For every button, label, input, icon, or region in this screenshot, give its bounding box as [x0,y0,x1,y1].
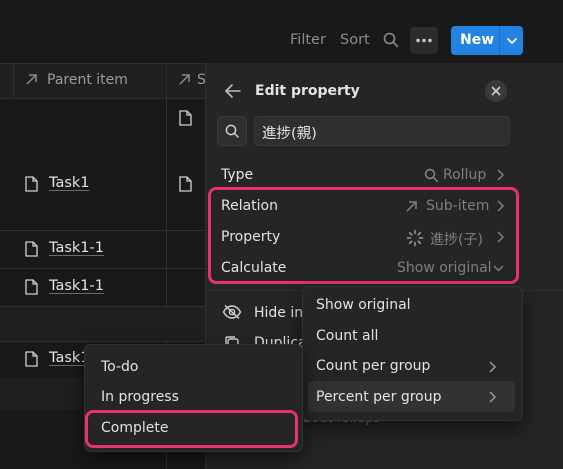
more-options-button[interactable] [410,27,438,54]
arrow-up-right-icon [178,73,191,86]
property-name-input[interactable]: 進捗(親) [254,116,510,146]
page-icon [25,176,38,192]
submenu-item-in-progress[interactable]: In progress [101,389,179,405]
page-icon [25,279,38,295]
hide-property-item[interactable]: Hide in [254,305,303,321]
group-row [0,307,205,341]
arrow-up-right-icon [25,73,38,86]
complete-highlight [85,410,298,448]
relation-settings-highlight [208,187,519,284]
new-button-label: New [460,32,495,48]
page-icon [179,176,192,192]
ellipsis-icon [416,38,432,43]
property-icon-button[interactable] [217,116,247,146]
type-label: Type [221,167,254,183]
search-icon [225,124,239,138]
page-icon [25,241,38,257]
menu-item-show-original[interactable]: Show original [316,297,411,313]
chevron-right-icon [487,391,497,403]
page-icon [179,110,192,126]
table-row[interactable]: Task1 [49,175,90,191]
menu-item-count-per-group[interactable]: Count per group [316,358,430,374]
chevron-right-icon [495,169,505,181]
filter-button[interactable]: Filter [290,32,326,48]
eye-off-icon [222,304,242,320]
menu-item-count-all[interactable]: Count all [316,328,378,344]
back-arrow-icon[interactable] [224,83,242,99]
search-icon[interactable] [383,32,399,48]
submenu-item-todo[interactable]: To-do [101,359,139,375]
chevron-right-icon [487,361,497,373]
chevron-down-icon[interactable] [505,34,519,48]
type-value[interactable]: Rollup [443,167,486,183]
sort-button[interactable]: Sort [340,32,370,48]
table-row[interactable]: Task1-1 [49,240,104,256]
new-button[interactable]: New [451,26,523,55]
close-icon[interactable] [485,80,507,102]
column-header-parent-item[interactable]: Parent item [47,72,128,88]
page-icon [25,351,38,367]
table-row[interactable]: Task1 [49,350,90,366]
panel-title: Edit property [255,83,360,99]
table-row[interactable]: Task1-1 [49,278,104,294]
menu-item-percent-per-group[interactable]: Percent per group [316,389,442,405]
search-icon [424,168,439,183]
